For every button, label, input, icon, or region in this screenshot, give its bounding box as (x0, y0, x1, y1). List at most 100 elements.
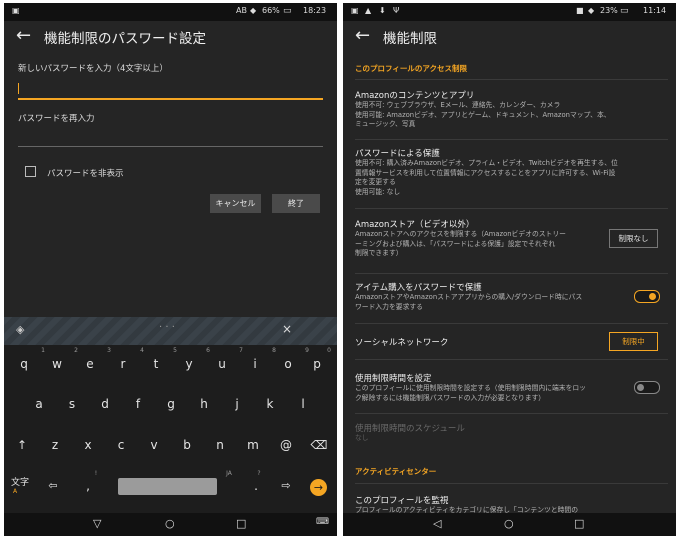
status-indicators: AB (236, 6, 247, 15)
key-n[interactable]: n (210, 438, 230, 452)
key-h[interactable]: h (194, 397, 214, 411)
key-hint: 6 (206, 347, 210, 354)
key-hint: ! (94, 470, 98, 477)
key-i[interactable]: i (245, 357, 265, 371)
home-nav-icon[interactable]: ○ (165, 517, 175, 530)
key-f[interactable]: f (128, 397, 148, 411)
divider (355, 323, 668, 324)
setting-desc-line: 定を変更する (355, 178, 396, 186)
unrestricted-button[interactable]: 制限なし (609, 229, 658, 248)
setting-desc-line: 使用不可: ウェブブラウザ、Eメール、連絡先、カレンダー、カメラ (355, 101, 561, 109)
divider (355, 79, 668, 80)
cancel-button[interactable]: キャンセル (210, 194, 261, 213)
cursor-left-icon[interactable]: ⇦ (43, 479, 63, 492)
key-hint: 1 (41, 347, 45, 354)
key-u[interactable]: u (212, 357, 232, 371)
battery-icon: ▭ (283, 6, 292, 16)
battery-level: 66% (262, 6, 280, 15)
key-z[interactable]: z (45, 438, 65, 452)
key-e[interactable]: e (80, 357, 100, 371)
restricted-button[interactable]: 制限中 (609, 332, 658, 351)
key-hint: 0 (327, 347, 331, 354)
key-w[interactable]: w (47, 357, 67, 371)
period-key[interactable]: . (246, 479, 266, 493)
key-s[interactable]: s (62, 397, 82, 411)
keyboard-icon[interactable]: ⌨ (316, 517, 329, 527)
new-password-label: 新しいパスワードを入力（4文字以上） (18, 64, 168, 74)
cursor-right-icon[interactable]: ⇨ (276, 479, 296, 492)
key-at[interactable]: @ (276, 438, 296, 452)
setting-desc-line: 置情報サービスを利用して位置情報にアクセスすることをアプリに許可する、Wi-Fi… (355, 168, 616, 177)
keyboard-toolbar: ◈ · · · × (4, 317, 337, 345)
setting-desc-line: ク解除するには機能制限パスワードの入力が必要となります） (355, 393, 546, 402)
usb-icon: Ψ (393, 6, 400, 15)
close-icon[interactable]: × (282, 322, 292, 336)
setting-title: 使用制限時間を設定 (355, 374, 432, 384)
divider (355, 273, 668, 274)
key-q[interactable]: q (14, 357, 34, 371)
key-hint: 2 (74, 347, 78, 354)
key-j[interactable]: j (227, 397, 247, 411)
wifi-icon: ◆ (250, 6, 257, 15)
key-d[interactable]: d (95, 397, 115, 411)
setting-desc-line: 制限できます） (355, 249, 403, 257)
key-x[interactable]: x (78, 438, 98, 452)
left-screen: ▣ AB ◆ 66% ▭ 18:23 ← 機能制限のパスワード設定 新しいパスワ… (4, 3, 337, 536)
warning-icon: ▲ (365, 6, 372, 15)
page-title: 機能制限のパスワード設定 (44, 31, 206, 47)
back-arrow-icon[interactable]: ← (355, 25, 370, 46)
battery-level: 23% (600, 6, 618, 15)
comma-key[interactable]: , (78, 479, 98, 493)
backspace-key[interactable]: ⌫ (309, 438, 329, 452)
new-password-input[interactable] (18, 98, 323, 100)
purchase-password-toggle[interactable] (634, 290, 660, 303)
setting-desc-line: ーミングおよび購入は、「パスワードによる保護」設定でそれぞれ (355, 239, 556, 248)
recents-nav-icon[interactable]: □ (574, 517, 584, 530)
reenter-password-input[interactable] (18, 146, 323, 147)
divider (355, 359, 668, 360)
recents-nav-icon[interactable]: □ (236, 517, 246, 530)
toggle-knob (649, 293, 656, 300)
enter-key[interactable]: → (310, 479, 327, 496)
back-nav-icon[interactable]: ◁ (433, 517, 441, 530)
keyboard-menu-icon[interactable]: ◈ (16, 323, 24, 336)
language-key[interactable]: 文字 (10, 475, 30, 488)
setting-desc-line: なし (355, 434, 369, 442)
setting-desc-line: ワード入力を要求する (355, 302, 423, 311)
key-b[interactable]: b (177, 438, 197, 452)
key-t[interactable]: t (146, 357, 166, 371)
suggestion-ellipsis: · · · (159, 322, 175, 333)
key-m[interactable]: m (243, 438, 263, 452)
key-hint: 4 (140, 347, 144, 354)
hide-password-checkbox[interactable] (25, 166, 36, 177)
key-g[interactable]: g (161, 397, 181, 411)
key-c[interactable]: c (111, 438, 131, 452)
setting-desc-line: このプロフィールに使用制限時間を設定する（使用制限時間内に端末をロッ (355, 384, 586, 392)
clock: 18:23 (303, 6, 327, 15)
setting-title: 使用制限時間のスケジュール (355, 424, 465, 434)
time-limit-toggle[interactable] (634, 381, 660, 394)
key-y[interactable]: y (179, 357, 199, 371)
key-v[interactable]: v (144, 438, 164, 452)
key-o[interactable]: o (278, 357, 298, 371)
lock-icon: ■ (576, 6, 584, 15)
shift-key[interactable]: ↑ (12, 438, 32, 452)
setting-desc-line: 使用可能: なし (355, 187, 401, 196)
ja-hint: JA (226, 470, 232, 477)
navigation-bar: ◁ ○ □ (343, 513, 676, 536)
key-hint: ? (257, 470, 261, 477)
key-k[interactable]: k (260, 397, 280, 411)
home-nav-icon[interactable]: ○ (504, 517, 514, 530)
key-a[interactable]: a (29, 397, 49, 411)
reenter-password-label: パスワードを再入力 (18, 114, 95, 124)
back-arrow-icon[interactable]: ← (16, 25, 31, 46)
back-nav-icon[interactable]: ▽ (93, 517, 101, 530)
navigation-bar: ▽ ○ □ ⌨ (4, 513, 337, 536)
finish-button[interactable]: 終了 (272, 194, 320, 213)
toggle-knob (637, 384, 644, 391)
key-r[interactable]: r (113, 357, 133, 371)
space-bar[interactable] (118, 478, 217, 495)
key-l[interactable]: l (293, 397, 313, 411)
status-bar: ▣ ▲ ⬇ Ψ ■ ◆ 23% ▭ 11:14 (343, 3, 676, 21)
key-p[interactable]: p (307, 357, 327, 371)
